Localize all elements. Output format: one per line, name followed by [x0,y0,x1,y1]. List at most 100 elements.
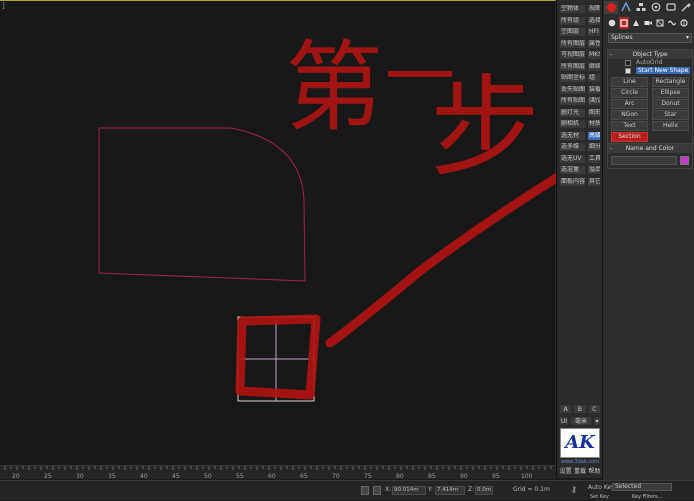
tab-c[interactable]: C [587,404,601,414]
tab-motion[interactable] [649,1,663,14]
tab-hierarchy[interactable] [634,1,648,14]
autogrid-row: AutoGrid [608,59,692,67]
y-coordinate-field[interactable]: 7.414m [435,486,465,495]
arc-button[interactable]: Arc [611,99,648,109]
tick-label: 75 [364,473,372,480]
star-button[interactable]: Star [652,110,689,120]
lights-icon[interactable] [631,17,641,29]
hierarchy-icon [636,3,646,11]
line-button[interactable]: Line [611,77,648,87]
perspective-viewport[interactable]: ] 第 一 步 [0,0,556,465]
script-button[interactable]: 所有组 [559,15,586,26]
lock-icon[interactable] [361,486,369,495]
object-color-swatch[interactable] [680,156,689,165]
shapes-icon[interactable] [619,17,629,29]
script-button[interactable]: 其它 [587,176,601,187]
script-button[interactable]: 视图 [587,4,601,14]
script-button[interactable]: 面板内容 [559,176,586,187]
tab-display[interactable] [664,1,678,14]
x-coordinate-field[interactable]: 90.014m [392,486,426,495]
ngon-button[interactable]: NGon [611,110,648,120]
z-coordinate-field[interactable]: 0.0m [475,486,493,495]
script-button[interactable]: 图形 [587,107,601,118]
script-button[interactable]: 空图层 [559,27,586,37]
tab-modify[interactable] [619,1,633,14]
selection-set-dropdown[interactable]: Selected [612,483,672,491]
tab-b[interactable]: B [573,404,587,414]
section-button[interactable]: Section [611,132,648,142]
script-button[interactable]: 选无UV [559,153,586,164]
script-button[interactable]: 工具 [587,153,601,164]
script-button[interactable]: 材质 [587,119,601,129]
script-button[interactable]: |勘误 [587,96,601,106]
grid-size-label: Grid = 0.1m [513,486,550,493]
settings-button[interactable]: 设置 [559,467,572,477]
helpers-icon[interactable] [655,17,665,29]
chevron-down-icon[interactable]: ▾ [593,416,601,426]
script-row: 选无UV 工具 [559,153,601,164]
script-button[interactable]: 选无材 [559,130,586,141]
script-row: 贴图坐标组 [559,73,601,83]
display-icon [666,3,676,11]
script-button[interactable]: 组 [587,73,601,83]
script-button[interactable]: 贴图坐标 [559,73,586,83]
spacewarps-icon[interactable] [667,17,677,29]
script-row: 所有图层 属性 [559,38,601,49]
tick-label: 85 [428,473,436,480]
script-button[interactable]: 属性 [587,38,601,49]
text-button[interactable]: Text [611,121,648,131]
helix-button[interactable]: Helix [652,121,689,131]
rounded-rectangle-spline[interactable] [98,127,306,282]
script-button[interactable]: 空物体 [559,4,586,14]
logo-caption[interactable]: www.3dak.com [560,459,600,465]
script-button[interactable]: 选多维 [559,142,586,152]
script-button[interactable]: 装载 [587,84,601,95]
donut-button[interactable]: Donut [652,99,689,109]
script-button[interactable]: 可视图层 [559,50,586,60]
tick-label: 20 [12,473,20,480]
tab-utilities[interactable] [679,1,693,14]
script-button[interactable]: MKS [587,50,601,60]
start-new-shape-label[interactable]: Start New Shape [636,67,691,74]
tick-label: 30 [76,473,84,480]
auto-key-button[interactable]: Auto Key [588,483,615,492]
key-icon[interactable]: ⚷ [571,485,577,494]
tab-a[interactable]: A [559,404,573,414]
script-button[interactable]: 丢失贴图 [559,84,586,95]
tick-label: 70 [332,473,340,480]
category-dropdown[interactable]: Splines ▾ [608,33,692,43]
autogrid-checkbox[interactable] [625,60,631,66]
annotation-box [235,314,321,400]
script-button[interactable]: 继续 [587,61,601,72]
absolute-mode-icon[interactable] [373,486,381,495]
start-new-shape-checkbox[interactable] [625,68,631,74]
circle-button[interactable]: Circle [611,88,648,98]
script-button[interactable]: 细分 [587,142,601,152]
tab-create[interactable] [604,0,618,14]
script-button[interactable]: 高级 [587,130,601,141]
object-type-header[interactable]: - Object Type [608,50,692,59]
unit-dropdown[interactable]: 毫米 [570,416,592,426]
rectangle-button[interactable]: Rectangle [652,77,689,87]
script-button[interactable]: 选渲量 [559,165,586,175]
script-button[interactable]: 所有图层 [559,38,586,49]
cameras-icon[interactable] [643,17,653,29]
geometry-icon[interactable] [607,17,617,29]
help-button[interactable]: 帮助 [588,467,601,477]
z-label: Z: [468,486,475,493]
script-row: 空物体 视图 [559,4,601,14]
script-button[interactable]: 所有图层 [559,61,586,72]
script-button[interactable]: 溢品 [587,165,601,175]
ui-toggle[interactable]: UI [559,416,569,426]
timeline[interactable]: 20 25 30 35 40 45 50 55 60 65 70 75 80 8… [0,465,556,480]
object-name-input[interactable] [611,156,677,165]
script-button[interactable]: HFI [587,27,601,37]
ellipse-button[interactable]: Ellipse [652,88,689,98]
script-button[interactable]: 所有贴图 [559,96,586,106]
script-button[interactable]: 删灯光 [559,107,586,118]
name-color-header[interactable]: - Name and Color [608,144,692,153]
script-button[interactable]: 删相机 [559,119,586,129]
script-button[interactable]: 选择 [587,15,601,26]
reload-button[interactable]: 重载 [573,467,586,477]
systems-icon[interactable] [679,17,689,29]
